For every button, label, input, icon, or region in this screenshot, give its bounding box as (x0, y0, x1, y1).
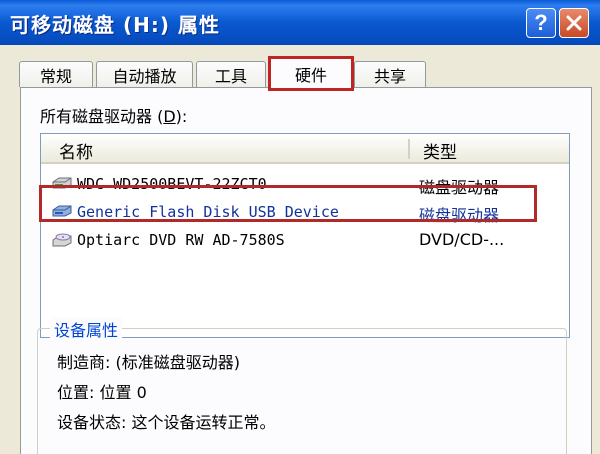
dvd-drive-icon (52, 233, 72, 247)
title-bar[interactable]: 可移动磁盘 (H:) 属性 ? (0, 0, 600, 45)
label-prefix: 所有磁盘驱动器 ( (40, 107, 164, 126)
device-name: WDC WD2500BEVT-22ZCT0 (77, 175, 267, 193)
list-item-selected[interactable]: Generic Flash Disk USB Device 磁盘驱动器 (41, 198, 569, 226)
help-icon: ? (534, 10, 548, 35)
list-item[interactable]: Optiarc DVD RW AD-7580S DVD/CD-... (41, 226, 569, 254)
column-header-type[interactable]: 类型 (423, 138, 457, 163)
device-type: 磁盘驱动器 (419, 178, 500, 197)
disk-drive-list[interactable]: 名称 类型 WDC WD2500BEVT-22ZCT0 磁盘驱动器 Generi… (40, 133, 570, 338)
tab-label: 自动播放 (112, 66, 177, 86)
properties-window: 可移动磁盘 (H:) 属性 ? 常规 自动播放 工具 硬件 共享 所有磁盘驱动器 (0, 0, 600, 454)
tab-tools[interactable]: 工具 (196, 61, 266, 87)
device-type: DVD/CD-... (419, 230, 505, 249)
device-type: 磁盘驱动器 (419, 206, 500, 225)
tab-label: 工具 (214, 66, 247, 86)
location-text: 位置: 位置 0 (57, 383, 147, 402)
device-name: Generic Flash Disk USB Device (77, 203, 339, 221)
device-properties-group: 设备属性 制造商: (标准磁盘驱动器) 位置: 位置 0 设备状态: 这个设备运… (37, 317, 567, 454)
device-status-text: 设备状态: 这个设备运转正常。 (57, 413, 276, 432)
tab-label: 共享 (373, 66, 406, 86)
tab-autoplay[interactable]: 自动播放 (96, 61, 193, 87)
close-button[interactable] (559, 8, 589, 38)
column-divider[interactable] (408, 139, 410, 159)
group-title: 设备属性 (50, 317, 123, 341)
label-accelerator: D (163, 107, 176, 126)
tab-label: 硬件 (294, 65, 327, 85)
list-header: 名称 类型 (41, 134, 569, 164)
flash-disk-icon (52, 205, 72, 217)
tab-label: 常规 (39, 66, 72, 86)
tab-general[interactable]: 常规 (19, 61, 93, 87)
hardware-panel: 所有磁盘驱动器 (D): 名称 类型 WDC WD2500BEVT-22ZCT0… (20, 87, 592, 454)
list-item[interactable]: WDC WD2500BEVT-22ZCT0 磁盘驱动器 (41, 170, 569, 198)
device-name: Optiarc DVD RW AD-7580S (77, 231, 285, 249)
tab-sharing[interactable]: 共享 (354, 61, 426, 87)
all-disk-drives-label: 所有磁盘驱动器 (D): (40, 103, 187, 127)
column-header-name[interactable]: 名称 (59, 138, 93, 163)
label-suffix: ): (175, 107, 188, 126)
close-icon (566, 15, 582, 31)
tab-hardware[interactable]: 硬件 (270, 56, 352, 89)
hard-disk-icon (52, 177, 72, 189)
help-button[interactable]: ? (526, 8, 556, 38)
manufacturer-text: 制造商: (标准磁盘驱动器) (57, 353, 240, 372)
window-title: 可移动磁盘 (H:) 属性 (10, 13, 220, 37)
